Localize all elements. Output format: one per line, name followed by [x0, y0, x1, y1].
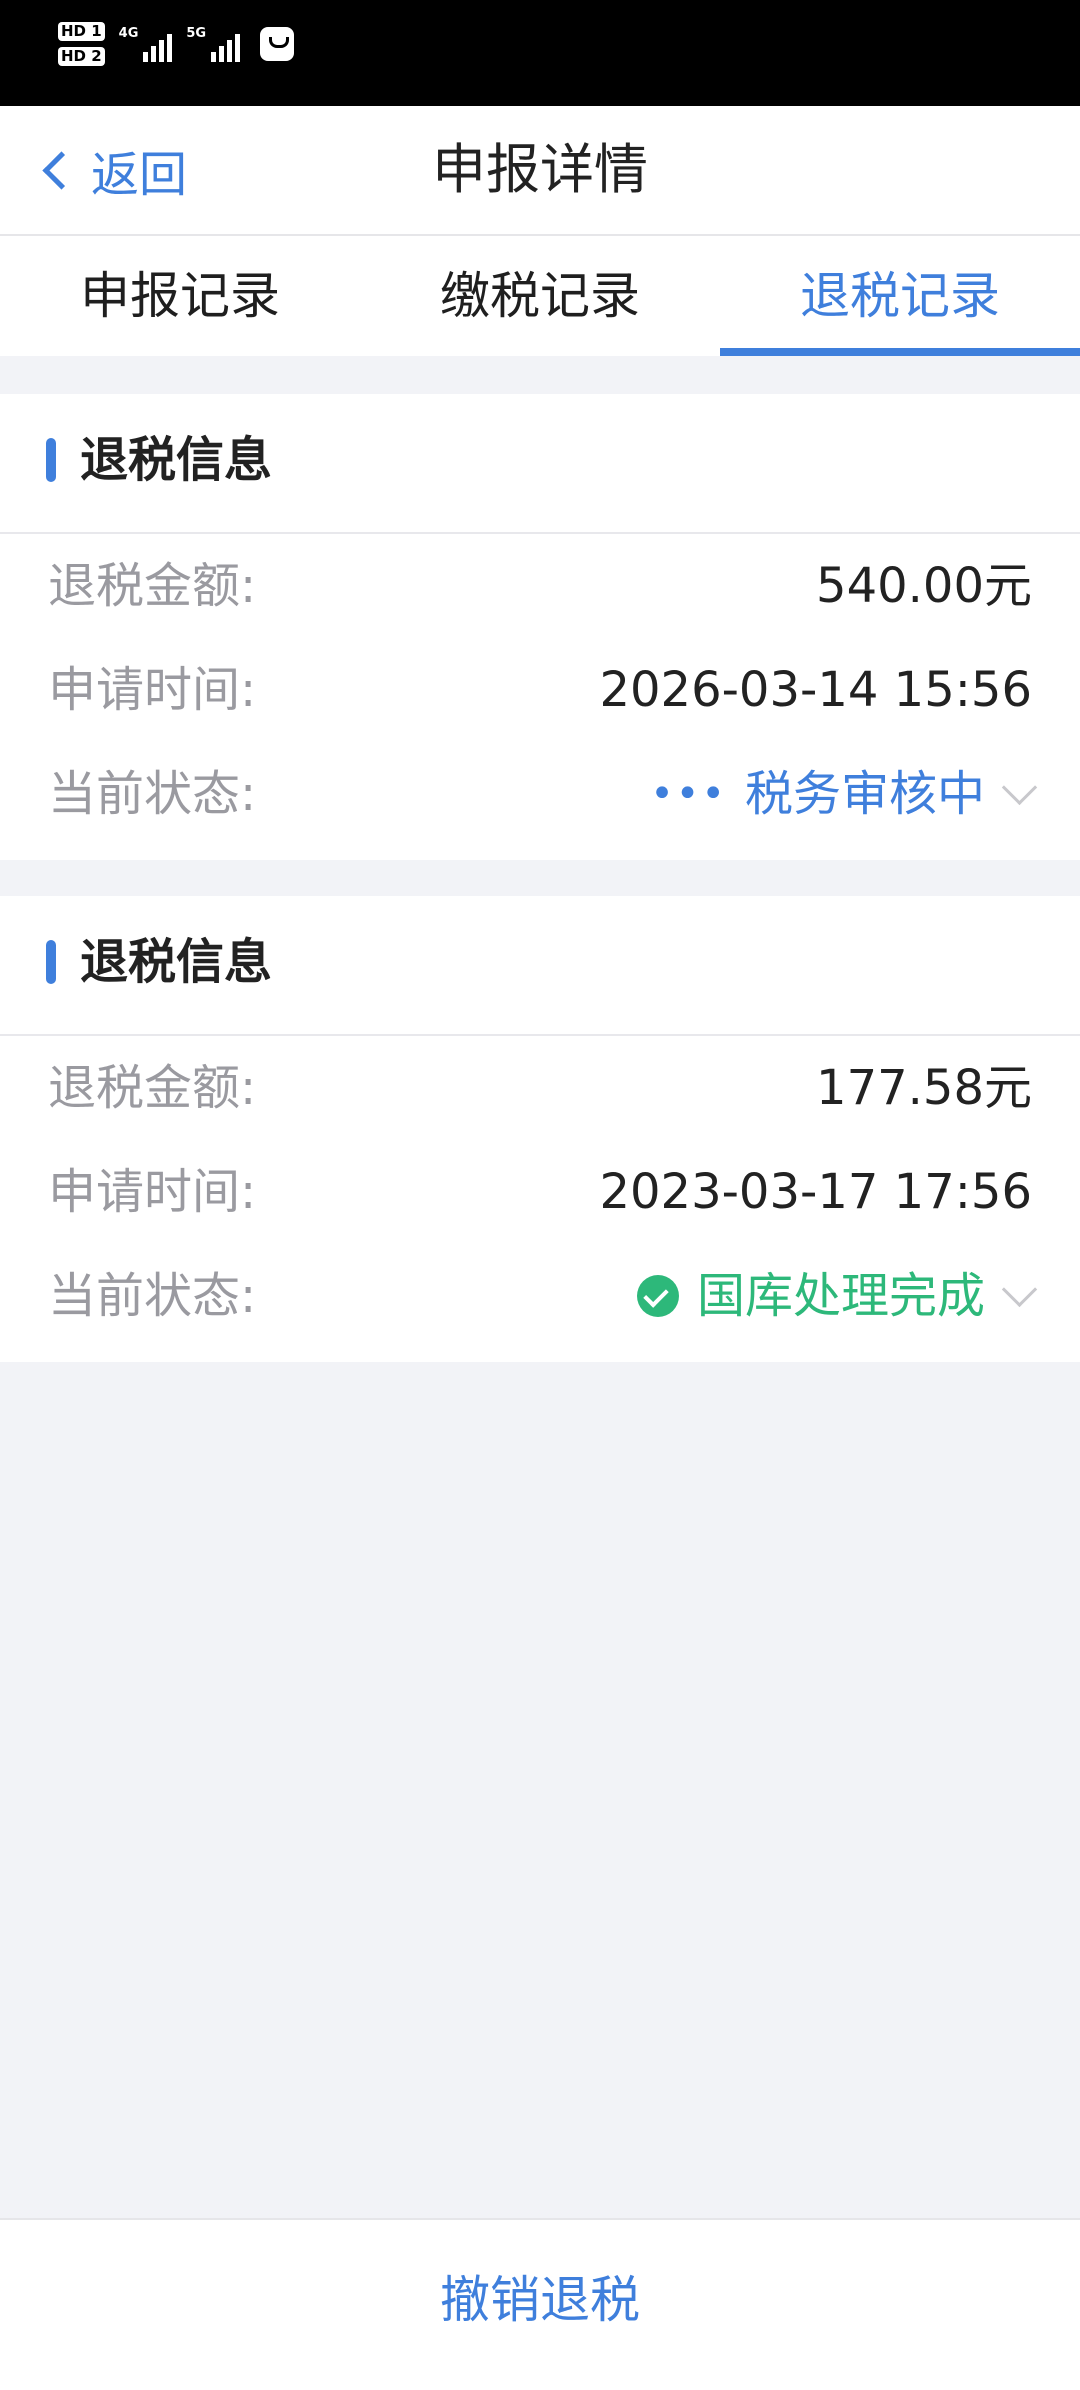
- tab-declaration-records[interactable]: 申报记录: [0, 236, 360, 356]
- sim1-indicator: HD 1: [58, 22, 105, 41]
- refund-amount-value: 540.00元: [816, 558, 1032, 614]
- signal-icon: 5G: [186, 26, 241, 62]
- section-title: 退税信息: [80, 934, 273, 990]
- status-label: 当前状态:: [48, 766, 257, 822]
- card-header: 退税信息: [0, 896, 1080, 1036]
- apply-time-value: 2023-03-17 17:56: [599, 1164, 1032, 1220]
- apply-time-row: 申请时间: 2023-03-17 17:56: [0, 1140, 1080, 1244]
- cancel-refund-button[interactable]: 撤销退税: [0, 2264, 1080, 2336]
- chevron-down-icon[interactable]: [1001, 769, 1038, 805]
- status-value[interactable]: ••• 税务审核中: [650, 760, 1038, 828]
- refund-amount-label: 退税金额:: [48, 558, 257, 614]
- refund-amount-row: 退税金额: 177.58元: [0, 1036, 1080, 1140]
- signal-icon: 4G: [119, 26, 173, 62]
- chevron-down-icon[interactable]: [1001, 1271, 1038, 1307]
- tab-refund-records[interactable]: 退税记录: [720, 236, 1080, 356]
- network-type-2: 5G: [186, 26, 207, 41]
- network-type-1: 4G: [118, 26, 139, 41]
- status-left: HD 1 HD 2 4G 5G: [58, 22, 295, 66]
- apply-time-value: 2026-03-14 15:56: [599, 662, 1032, 718]
- tab-bar: 申报记录 缴税记录 退税记录: [0, 236, 1080, 356]
- sim-indicators: HD 1 HD 2: [58, 22, 105, 66]
- refund-card-2: 退税信息 退税金额: 177.58元 申请时间: 2023-03-17 17:5…: [0, 896, 1080, 1362]
- section-accent-bar: [46, 940, 56, 984]
- apply-time-label: 申请时间:: [48, 1164, 257, 1220]
- refund-amount-label: 退税金额:: [48, 1060, 257, 1116]
- status-value[interactable]: 国库处理完成: [636, 1262, 1038, 1330]
- apply-time-label: 申请时间:: [48, 662, 257, 718]
- section-title: 退税信息: [80, 432, 273, 488]
- status-label: 当前状态:: [48, 1268, 257, 1324]
- status-row[interactable]: 当前状态: ••• 税务审核中: [0, 742, 1080, 846]
- page-title: 申报详情: [432, 138, 648, 201]
- card-header: 退税信息: [0, 394, 1080, 534]
- refund-amount-row: 退税金额: 540.00元: [0, 534, 1080, 638]
- refund-amount-value: 177.58元: [816, 1060, 1032, 1116]
- nav-bar: 返回 申报详情: [0, 106, 1080, 236]
- status-text: 税务审核中: [744, 766, 985, 822]
- sim2-indicator: HD 2: [58, 47, 105, 66]
- status-text: 国库处理完成: [696, 1268, 985, 1324]
- section-accent-bar: [46, 438, 56, 482]
- tab-payment-records[interactable]: 缴税记录: [360, 236, 720, 356]
- status-bar: HD 1 HD 2 4G 5G: [0, 0, 1080, 106]
- apply-time-row: 申请时间: 2026-03-14 15:56: [0, 638, 1080, 742]
- notification-icon: [260, 27, 295, 61]
- pending-dots-icon: •••: [650, 771, 727, 817]
- check-circle-icon: [636, 1275, 679, 1317]
- refund-card-1: 退税信息 退税金额: 540.00元 申请时间: 2026-03-14 15:5…: [0, 394, 1080, 860]
- bottom-action-bar: 撤销退税: [0, 2218, 1080, 2390]
- status-row[interactable]: 当前状态: 国库处理完成: [0, 1244, 1080, 1348]
